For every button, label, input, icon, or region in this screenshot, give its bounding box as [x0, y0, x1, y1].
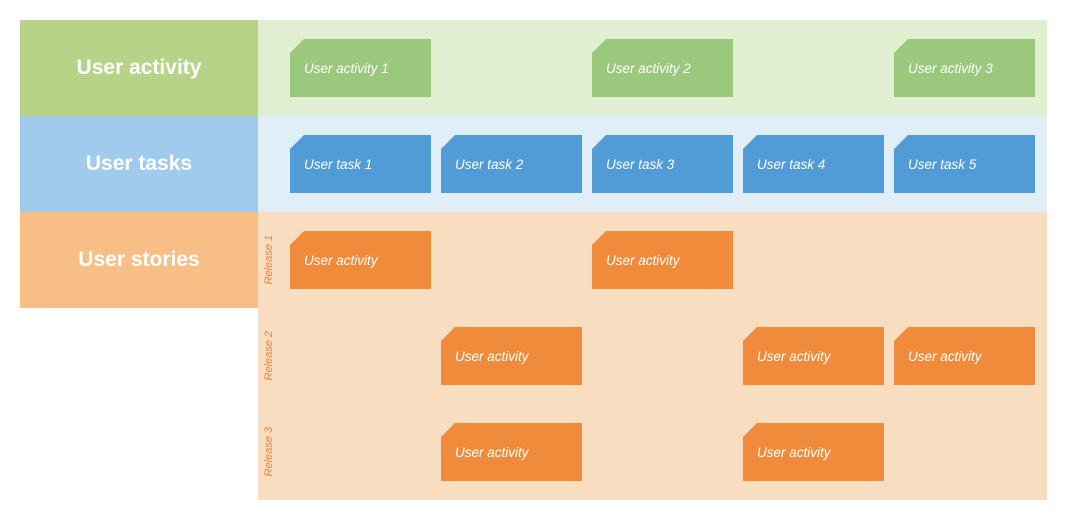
- task-card: User task 1: [290, 135, 431, 193]
- row-label-activity: User activity: [20, 20, 258, 116]
- activity-card: User activity 3: [894, 39, 1035, 97]
- story-card: User activity: [743, 327, 884, 385]
- story-card: User activity: [441, 327, 582, 385]
- story-card: User activity: [592, 231, 733, 289]
- task-card: User task 4: [743, 135, 884, 193]
- release-label: Release 1: [263, 235, 275, 285]
- release-row: Release 2 User activity User activity Us…: [258, 308, 1047, 404]
- empty-left: [20, 308, 258, 500]
- user-story-map: User activity User activity 1 User activ…: [20, 20, 1047, 500]
- release-row: Release 1 User activity User activity: [258, 212, 1047, 308]
- task-card: User task 3: [592, 135, 733, 193]
- task-card: User task 2: [441, 135, 582, 193]
- activity-card: User activity 2: [592, 39, 733, 97]
- row-label-stories: User stories: [20, 212, 258, 308]
- activity-card: User activity 1: [290, 39, 431, 97]
- story-card: User activity: [894, 327, 1035, 385]
- story-card: User activity: [441, 423, 582, 481]
- story-card: User activity: [290, 231, 431, 289]
- release-row: Release 3 User activity User activity: [258, 404, 1047, 500]
- release-label: Release 3: [263, 427, 275, 477]
- story-card: User activity: [743, 423, 884, 481]
- row-body-tasks: User task 1 User task 2 User task 3 User…: [258, 116, 1047, 212]
- row-body-activity: User activity 1 User activity 2 User act…: [258, 20, 1047, 116]
- release-label: Release 2: [263, 331, 275, 381]
- task-card: User task 5: [894, 135, 1035, 193]
- row-label-tasks: User tasks: [20, 116, 258, 212]
